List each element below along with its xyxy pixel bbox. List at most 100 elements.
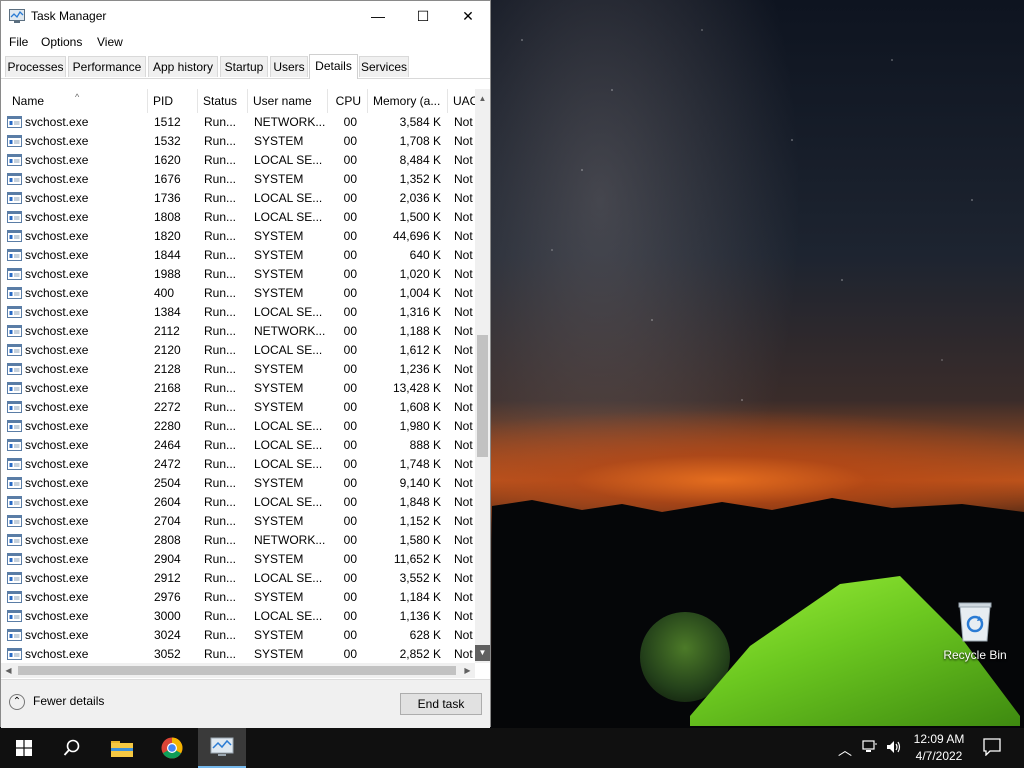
table-row[interactable]: svchost.exe 2464 Run... LOCAL SE... 00 888 K N…	[1, 436, 475, 455]
table-row[interactable]: svchost.exe 2112 Run... NETWORK... 00 1,188 K…	[1, 322, 475, 341]
tab-processes[interactable]: Processes	[5, 56, 66, 77]
process-window-icon	[7, 629, 22, 641]
table-row[interactable]: svchost.exe 2808 Run... NETWORK... 00 1,580 K…	[1, 531, 475, 550]
column-header-uac[interactable]: UAC	[448, 89, 476, 113]
scroll-right-arrow-icon[interactable]: ▶	[460, 663, 475, 678]
vertical-scrollbar[interactable]: ▲ ▼	[475, 89, 490, 663]
search-icon[interactable]	[48, 728, 96, 768]
volume-icon[interactable]	[886, 740, 902, 757]
table-row[interactable]: svchost.exe 2704 Run... SYSTEM 00 1,152 K Not	[1, 512, 475, 531]
fewer-details-button[interactable]: ⌃ Fewer details	[9, 694, 104, 710]
process-status: Run...	[204, 438, 237, 452]
process-memory: 1,020 K	[399, 267, 441, 281]
table-row[interactable]: svchost.exe 2272 Run... SYSTEM 00 1,608 K Not	[1, 398, 475, 417]
table-row[interactable]: svchost.exe 1676 Run... SYSTEM 00 1,352 K Not	[1, 170, 475, 189]
table-row[interactable]: svchost.exe 2976 Run... SYSTEM 00 1,184 K Not	[1, 588, 475, 607]
table-row[interactable]: svchost.exe 3000 Run... LOCAL SE... 00 1,136 …	[1, 607, 475, 626]
close-button[interactable]: ✕	[445, 1, 491, 31]
table-row[interactable]: svchost.exe 1808 Run... LOCAL SE... 00 1,500 …	[1, 208, 475, 227]
table-row[interactable]: svchost.exe 400 Run... SYSTEM 00 1,004 K Not	[1, 284, 475, 303]
table-row[interactable]: svchost.exe 3052 Run... SYSTEM 00 2,852 K Not	[1, 645, 475, 663]
scroll-left-arrow-icon[interactable]: ◀	[1, 663, 16, 678]
process-pid: 2128	[154, 362, 181, 376]
tab-app-history[interactable]: App history	[148, 56, 218, 77]
table-row[interactable]: svchost.exe 2128 Run... SYSTEM 00 1,236 K Not	[1, 360, 475, 379]
horizontal-scroll-thumb[interactable]	[18, 666, 456, 675]
column-header-status[interactable]: Status	[198, 89, 248, 113]
table-row[interactable]: svchost.exe 2604 Run... LOCAL SE... 00 1,848 …	[1, 493, 475, 512]
table-row[interactable]: svchost.exe 2168 Run... SYSTEM 00 13,428 K Not	[1, 379, 475, 398]
process-status: Run...	[204, 381, 237, 395]
table-row[interactable]: svchost.exe 1532 Run... SYSTEM 00 1,708 K Not	[1, 132, 475, 151]
scroll-up-arrow-icon[interactable]: ▲	[475, 91, 490, 107]
maximize-button[interactable]: ☐	[400, 1, 446, 31]
file-explorer-icon[interactable]	[98, 728, 146, 768]
minimize-button[interactable]: —	[355, 1, 401, 31]
process-window-icon	[7, 572, 22, 584]
tab-startup[interactable]: Startup	[220, 56, 268, 77]
network-icon[interactable]	[862, 740, 878, 757]
recycle-bin[interactable]: Recycle Bin	[940, 600, 1010, 662]
table-row[interactable]: svchost.exe 1844 Run... SYSTEM 00 640 K Not	[1, 246, 475, 265]
tab-details[interactable]: Details	[309, 54, 358, 79]
process-memory: 1,580 K	[399, 533, 441, 547]
process-uac: Not	[454, 400, 473, 414]
table-row[interactable]: svchost.exe 1512 Run... NETWORK... 00 3,584 K…	[1, 113, 475, 132]
menu-file[interactable]: File	[9, 35, 28, 49]
title-bar[interactable]: Task Manager — ☐ ✕	[1, 1, 490, 31]
process-status: Run...	[204, 628, 237, 642]
column-header-pid[interactable]: PID	[148, 89, 198, 113]
process-window-icon	[7, 268, 22, 280]
table-row[interactable]: svchost.exe 2472 Run... LOCAL SE... 00 1,748 …	[1, 455, 475, 474]
table-row[interactable]: svchost.exe 2904 Run... SYSTEM 00 11,652 K Not	[1, 550, 475, 569]
sort-ascending-icon: ^	[75, 92, 80, 102]
column-header-name[interactable]: Name ^	[7, 89, 148, 113]
column-header-memory[interactable]: Memory (a...	[368, 89, 448, 113]
process-uac: Not	[454, 514, 473, 528]
process-name: svchost.exe	[25, 552, 89, 566]
process-status: Run...	[204, 533, 237, 547]
process-status: Run...	[204, 343, 237, 357]
action-center-icon[interactable]	[983, 738, 1001, 759]
column-header-cpu[interactable]: CPU	[328, 89, 368, 113]
table-row[interactable]: svchost.exe 1988 Run... SYSTEM 00 1,020 K Not	[1, 265, 475, 284]
tab-users[interactable]: Users	[270, 56, 308, 77]
horizontal-scrollbar[interactable]: ◀ ▶	[1, 663, 475, 678]
process-cpu: 00	[343, 552, 357, 566]
process-name: svchost.exe	[25, 343, 89, 357]
table-row[interactable]: svchost.exe 2504 Run... SYSTEM 00 9,140 K Not	[1, 474, 475, 493]
menu-bar: File Options View	[1, 31, 490, 53]
process-uac: Not	[454, 533, 473, 547]
process-cpu: 00	[343, 400, 357, 414]
process-cpu: 00	[343, 476, 357, 490]
process-pid: 2912	[154, 571, 181, 585]
tab-performance[interactable]: Performance	[68, 56, 146, 77]
vertical-scroll-thumb[interactable]	[477, 335, 488, 457]
process-user-name: LOCAL SE...	[254, 495, 323, 509]
tab-services[interactable]: Services	[359, 56, 409, 77]
table-row[interactable]: svchost.exe 2280 Run... LOCAL SE... 00 1,980 …	[1, 417, 475, 436]
menu-options[interactable]: Options	[41, 35, 82, 49]
process-cpu: 00	[343, 533, 357, 547]
process-pid: 400	[154, 286, 175, 300]
process-window-icon	[7, 116, 22, 128]
menu-view[interactable]: View	[97, 35, 123, 49]
task-manager-taskbar-button[interactable]	[198, 728, 246, 768]
table-row[interactable]: svchost.exe 2912 Run... LOCAL SE... 00 3,552 …	[1, 569, 475, 588]
chrome-icon[interactable]	[148, 728, 196, 768]
table-row[interactable]: svchost.exe 1384 Run... LOCAL SE... 00 1,316 …	[1, 303, 475, 322]
column-header-user-name[interactable]: User name	[248, 89, 328, 113]
table-row[interactable]: svchost.exe 1620 Run... LOCAL SE... 00 8,484 …	[1, 151, 475, 170]
process-name: svchost.exe	[25, 495, 89, 509]
process-memory: 1,848 K	[399, 495, 441, 509]
table-row[interactable]: svchost.exe 2120 Run... LOCAL SE... 00 1,612 …	[1, 341, 475, 360]
taskbar-clock[interactable]: 12:09 AM 4/7/2022	[908, 731, 970, 765]
end-task-button[interactable]: End task	[400, 693, 482, 715]
table-row[interactable]: svchost.exe 1820 Run... SYSTEM 00 44,696 K Not	[1, 227, 475, 246]
windows-start-icon[interactable]	[0, 728, 48, 768]
show-hidden-icons-chevron-icon[interactable]: ︿	[838, 740, 852, 760]
table-row[interactable]: svchost.exe 3024 Run... SYSTEM 00 628 K Not	[1, 626, 475, 645]
scroll-down-arrow-icon[interactable]: ▼	[475, 645, 490, 661]
table-row[interactable]: svchost.exe 1736 Run... LOCAL SE... 00 2,036 …	[1, 189, 475, 208]
process-user-name: LOCAL SE...	[254, 191, 323, 205]
